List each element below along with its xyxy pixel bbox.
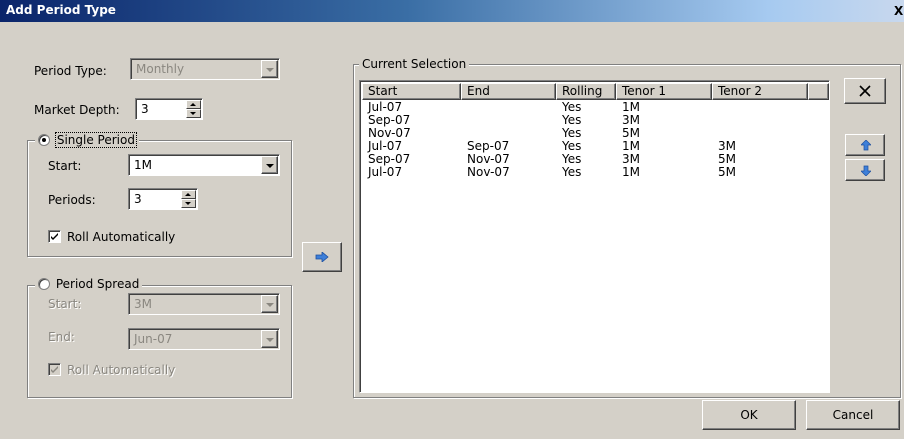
spread-end-select[interactable]: Jun-07 (128, 328, 280, 350)
chevron-down-icon[interactable] (261, 156, 278, 174)
move-down-button[interactable] (845, 159, 885, 181)
column-tenor-1[interactable]: Tenor 1 (616, 83, 712, 100)
ok-button-label: OK (740, 408, 758, 422)
single-start-label: Start: (48, 159, 82, 173)
cancel-button[interactable]: Cancel (806, 400, 900, 430)
close-x-icon (859, 85, 871, 97)
table-row[interactable]: Jul-07 Sep-07 Yes 1M 3M (362, 140, 827, 153)
period-spread-legend: Period Spread (35, 277, 143, 291)
add-to-selection-button[interactable] (302, 242, 342, 272)
periods-spin[interactable] (181, 190, 196, 208)
spin-up-icon[interactable] (181, 190, 196, 199)
market-depth-label: Market Depth: (34, 103, 120, 117)
current-selection-legend: Current Selection (359, 57, 470, 71)
spin-up-icon[interactable] (186, 100, 201, 109)
market-depth-stepper[interactable]: 3 (135, 98, 203, 120)
periods-stepper[interactable]: 3 (128, 188, 198, 210)
period-spread-label: Period Spread (55, 277, 140, 291)
column-tenor-2[interactable]: Tenor 2 (712, 83, 808, 100)
table-row[interactable]: Jul-07 Nov-07 Yes 1M 5M (362, 166, 827, 179)
column-filler (808, 83, 829, 100)
arrow-right-icon (315, 252, 329, 262)
cell-tenor-1: 1M (622, 165, 640, 179)
chevron-down-icon[interactable] (261, 295, 278, 313)
table-row[interactable]: Sep-07 Nov-07 Yes 3M 5M (362, 153, 827, 166)
periods-label: Periods: (48, 193, 96, 207)
spread-start-label: Start: (48, 297, 82, 311)
column-rolling[interactable]: Rolling (556, 83, 616, 100)
cell-rolling: Yes (562, 165, 582, 179)
cancel-button-label: Cancel (832, 408, 874, 422)
title-bar: Add Period Type (0, 0, 904, 22)
single-roll-checkbox[interactable] (48, 230, 61, 243)
ok-button[interactable]: OK (702, 400, 796, 430)
chevron-down-icon[interactable] (261, 60, 278, 78)
period-type-select[interactable]: Monthly (130, 58, 280, 80)
single-roll-label: Roll Automatically (67, 230, 176, 244)
table-row[interactable]: Nov-07 Yes 5M (362, 127, 827, 140)
spread-roll-checkbox[interactable] (48, 363, 61, 376)
spread-end-label: End: (48, 330, 75, 344)
table-row[interactable]: Sep-07 Yes 3M (362, 114, 827, 127)
market-depth-value: 3 (141, 102, 149, 116)
spread-start-select[interactable]: 3M (128, 293, 280, 315)
spread-start-value: 3M (134, 297, 152, 311)
column-start[interactable]: Start (362, 83, 461, 100)
spin-down-icon[interactable] (181, 199, 196, 208)
spin-down-icon[interactable] (186, 109, 201, 118)
arrow-down-icon (861, 165, 871, 176)
window-title: Add Period Type (6, 3, 116, 17)
arrow-up-icon (861, 140, 871, 151)
chevron-down-icon[interactable] (261, 330, 278, 348)
periods-value: 3 (134, 192, 142, 206)
single-period-label: Single Period (54, 132, 137, 148)
spread-roll-label: Roll Automatically (67, 363, 176, 377)
window-close-button[interactable]: X (894, 3, 904, 19)
period-type-value: Monthly (136, 62, 185, 76)
single-period-radio[interactable] (38, 134, 50, 146)
period-type-label: Period Type: (34, 64, 107, 78)
move-up-button[interactable] (845, 134, 885, 156)
table-row[interactable]: Jul-07 Yes 1M (362, 101, 827, 114)
single-start-value: 1M (134, 158, 152, 172)
cell-start: Jul-07 (368, 165, 403, 179)
spread-end-value: Jun-07 (134, 332, 173, 346)
single-period-legend: Single Period (35, 132, 139, 148)
selection-list-header: Start End Rolling Tenor 1 Tenor 2 (362, 83, 829, 100)
remove-selection-button[interactable] (844, 78, 886, 104)
cell-end: Nov-07 (467, 165, 510, 179)
market-depth-spin[interactable] (186, 100, 201, 118)
selection-rows: Jul-07 Yes 1M Sep-07 Yes 3M Nov-07 Yes 5… (362, 101, 827, 179)
single-start-select[interactable]: 1M (128, 154, 280, 176)
column-end[interactable]: End (461, 83, 556, 100)
period-spread-radio[interactable] (38, 278, 50, 290)
cell-tenor-2: 5M (718, 165, 736, 179)
selection-list[interactable]: Start End Rolling Tenor 1 Tenor 2 Jul-07… (359, 80, 830, 393)
